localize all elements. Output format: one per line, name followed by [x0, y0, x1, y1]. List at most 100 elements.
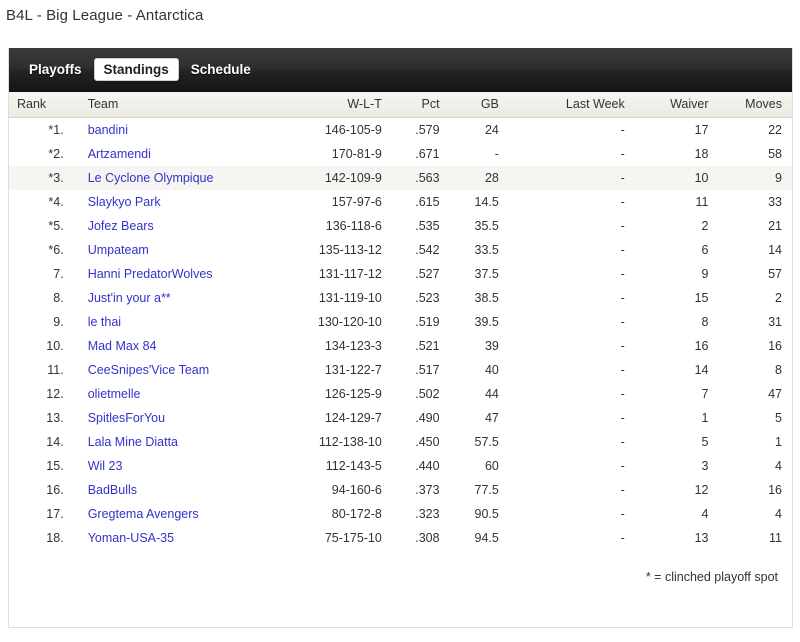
column-header-last-week[interactable]: Last Week: [508, 92, 637, 118]
team-link[interactable]: SpitlesForYou: [88, 411, 165, 425]
team-link[interactable]: Umpateam: [88, 243, 149, 257]
table-row: 13. SpitlesForYou 124-129-7 .490 47 - 1 5: [9, 406, 792, 430]
column-header-moves[interactable]: Moves: [718, 92, 792, 118]
cell-rank: 17.: [46, 507, 64, 521]
table-row: *1. bandini 146-105-9 .579 24 - 17 22: [9, 118, 792, 143]
cell-rank: *2.: [48, 147, 64, 161]
cell-team: Mad Max 84: [76, 334, 289, 358]
team-link[interactable]: Slaykyo Park: [88, 195, 161, 209]
cell-pct: .615: [415, 195, 440, 209]
column-header-pct[interactable]: Pct: [389, 92, 448, 118]
cell-gb: 33.5: [474, 243, 499, 257]
cell-last-week: -: [620, 435, 625, 449]
cell-team: Just'in your a**: [76, 286, 289, 310]
cell-wlt: 124-129-7: [324, 411, 382, 425]
team-link[interactable]: CeeSnipes'Vice Team: [88, 363, 209, 377]
table-row: 11. CeeSnipes'Vice Team 131-122-7 .517 40 - 14…: [9, 358, 792, 382]
table-row: 15. Wil 23 112-143-5 .440 60 - 3 4: [9, 454, 792, 478]
cell-rank: 7.: [53, 267, 64, 281]
table-row: 8. Just'in your a** 131-119-10 .523 38.5 - 15 2: [9, 286, 792, 310]
team-link[interactable]: Just'in your a**: [88, 291, 171, 305]
cell-pct: .563: [389, 166, 448, 190]
column-header-waiver[interactable]: Waiver: [636, 92, 719, 118]
cell-moves: 4: [775, 459, 782, 473]
tab-schedule[interactable]: Schedule: [181, 58, 261, 81]
cell-wlt: 130-120-10: [317, 315, 382, 329]
cell-pct: .519: [415, 315, 440, 329]
column-header-rank[interactable]: Rank: [9, 92, 76, 118]
team-link[interactable]: Wil 23: [88, 459, 123, 473]
team-link[interactable]: Lala Mine Diatta: [88, 435, 178, 449]
team-link[interactable]: bandini: [88, 123, 128, 137]
tab-playoffs[interactable]: Playoffs: [19, 58, 92, 81]
cell-wlt: 131-117-12: [318, 267, 382, 281]
table-row: *3. Le Cyclone Olympique 142-109-9.563 28-1…: [9, 166, 792, 190]
cell-wlt: 75-175-10: [324, 531, 382, 545]
cell-moves: 4: [775, 507, 782, 521]
team-link[interactable]: le thai: [88, 315, 121, 329]
team-link[interactable]: Mad Max 84: [88, 339, 157, 353]
cell-wlt: 142-109-9: [289, 166, 390, 190]
cell-gb: 60: [484, 459, 499, 473]
cell-rank: *3.: [9, 166, 76, 190]
cell-gb: 39: [484, 339, 499, 353]
cell-wlt: 94-160-6: [331, 483, 382, 497]
cell-pct: .440: [415, 459, 440, 473]
team-link[interactable]: olietmelle: [88, 387, 141, 401]
cell-gb: 39.5: [474, 315, 499, 329]
cell-rank: 16.: [46, 483, 64, 497]
cell-gb: 40: [484, 363, 499, 377]
cell-moves: 22: [768, 123, 782, 137]
cell-waiver: 15: [694, 291, 709, 305]
team-link[interactable]: Gregtema Avengers: [88, 507, 199, 521]
cell-moves: 16: [768, 483, 782, 497]
cell-pct: .450: [415, 435, 440, 449]
cell-pct: .490: [415, 411, 440, 425]
table-row: *4. Slaykyo Park 157-97-6 .615 14.5 - 11 33: [9, 190, 792, 214]
team-link[interactable]: Yoman-USA-35: [88, 531, 174, 545]
cell-team: Yoman-USA-35: [76, 526, 289, 550]
cell-last-week: -: [620, 507, 625, 521]
cell-last-week: -: [620, 363, 625, 377]
cell-team: Artzamendi: [76, 142, 289, 166]
cell-last-week: -: [620, 315, 625, 329]
cell-gb: 37.5: [474, 267, 499, 281]
cell-last-week: -: [620, 459, 625, 473]
cell-last-week: -: [620, 219, 625, 233]
cell-wlt: 80-172-8: [331, 507, 382, 521]
cell-wlt: 170-81-9: [331, 147, 382, 161]
cell-last-week: -: [620, 123, 625, 137]
cell-last-week: -: [620, 411, 625, 425]
team-link[interactable]: Jofez Bears: [88, 219, 154, 233]
column-header-wlt[interactable]: W-L-T: [289, 92, 390, 118]
cell-last-week: -: [620, 387, 625, 401]
column-header-gb[interactable]: GB: [447, 92, 509, 118]
cell-gb: 57.5: [474, 435, 499, 449]
cell-wlt: 131-122-7: [324, 363, 382, 377]
cell-rank: 10.: [46, 339, 64, 353]
cell-team: olietmelle: [76, 382, 289, 406]
cell-team: CeeSnipes'Vice Team: [76, 358, 289, 382]
tab-navigation-bar: Playoffs Standings Schedule: [9, 48, 792, 92]
cell-waiver: 18: [694, 147, 709, 161]
team-link[interactable]: Hanni PredatorWolves: [88, 267, 213, 281]
team-link[interactable]: BadBulls: [88, 483, 137, 497]
cell-wlt: 126-125-9: [324, 387, 382, 401]
cell-waiver: 11: [695, 195, 709, 209]
standings-table-header: Rank Team W-L-T Pct GB Last Week Waiver …: [9, 92, 792, 118]
cell-gb: 28: [447, 166, 509, 190]
cell-last-week: -: [620, 339, 625, 353]
cell-rank: 12.: [46, 387, 64, 401]
tab-standings[interactable]: Standings: [93, 58, 179, 81]
cell-pct: .579: [415, 123, 440, 137]
column-header-team[interactable]: Team: [75, 92, 289, 118]
team-link[interactable]: Le Cyclone Olympique: [88, 171, 214, 185]
cell-last-week: -: [620, 147, 625, 161]
cell-waiver: 6: [701, 243, 709, 257]
cell-team: Le Cyclone Olympique: [75, 166, 289, 190]
cell-pct: .521: [415, 339, 440, 353]
team-link[interactable]: Artzamendi: [88, 147, 151, 161]
cell-team: SpitlesForYou: [76, 406, 289, 430]
cell-team: le thai: [76, 310, 289, 334]
cell-gb: 77.5: [474, 483, 499, 497]
